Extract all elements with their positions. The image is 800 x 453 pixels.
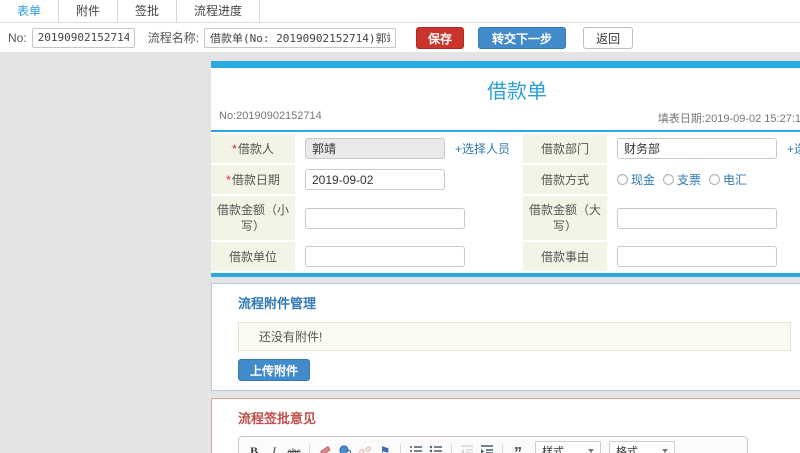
- radio-icon[interactable]: [709, 174, 721, 185]
- format-select[interactable]: 格式: [609, 441, 675, 453]
- radio-icon[interactable]: [663, 174, 675, 185]
- indent-icon[interactable]: [478, 442, 496, 453]
- outdent-icon[interactable]: [458, 442, 476, 453]
- radio-cash[interactable]: 现金: [617, 171, 655, 188]
- select-person-link[interactable]: +选择人员: [455, 140, 510, 157]
- reason-field: [609, 242, 800, 271]
- method-label: 借款方式: [523, 165, 607, 194]
- form-no-text: No:20190902152714: [219, 110, 322, 122]
- method-radio-group: 现金 支票 电汇: [617, 171, 747, 188]
- amount-small-field: [297, 196, 521, 240]
- form-meta-row: No:20190902152714 填表日期:2019-09-02 15:27:…: [211, 109, 800, 132]
- borrow-date-input[interactable]: [305, 169, 445, 190]
- tab-form[interactable]: 表单: [0, 0, 59, 22]
- toolbar-separator: [502, 444, 503, 453]
- numbered-list-icon[interactable]: [407, 442, 425, 453]
- select-department-link[interactable]: +选择部门: [787, 140, 800, 157]
- main-column: 借款单 No:20190902152714 填表日期:2019-09-02 15…: [211, 61, 800, 453]
- toolbar-separator: [400, 444, 401, 453]
- amount-big-input[interactable]: [617, 207, 777, 229]
- top-tab-bar: 表单 附件 签批 流程进度: [0, 0, 800, 23]
- attachments-panel: 流程附件管理 还没有附件! 上传附件: [211, 283, 800, 391]
- unit-input[interactable]: [305, 246, 465, 267]
- borrower-input[interactable]: [305, 138, 445, 159]
- approval-panel: 流程签批意见 B I abc ⚑ 样式 格式: [211, 398, 800, 453]
- loan-form-panel: 借款单 No:20190902152714 填表日期:2019-09-02 15…: [211, 61, 800, 277]
- panel-bottom-accent: [211, 273, 800, 277]
- back-button[interactable]: 返回: [583, 26, 634, 49]
- chevron-down-icon: [588, 449, 594, 453]
- toolbar-separator: [451, 444, 452, 453]
- amount-small-label: 借款金额（小写）: [211, 196, 295, 240]
- reason-label: 借款事由: [523, 242, 607, 271]
- method-field: 现金 支票 电汇: [609, 165, 800, 194]
- flow-name-label: 流程名称:: [147, 31, 200, 45]
- italic-icon[interactable]: I: [265, 442, 283, 453]
- link-icon[interactable]: [336, 442, 354, 453]
- borrower-field: +选择人员: [297, 134, 521, 163]
- no-label: No:: [8, 30, 27, 45]
- radio-check[interactable]: 支票: [663, 171, 701, 188]
- amount-small-input[interactable]: [305, 207, 465, 229]
- reason-input[interactable]: [617, 246, 777, 267]
- approval-heading: 流程签批意见: [238, 411, 317, 426]
- tab-attachments[interactable]: 附件: [58, 0, 119, 22]
- borrower-label: *借款人: [211, 134, 295, 163]
- borrow-date-label: *借款日期: [211, 165, 295, 194]
- unit-label: 借款单位: [211, 242, 295, 271]
- next-step-button[interactable]: 转交下一步: [478, 26, 567, 49]
- strikethrough-icon[interactable]: abc: [285, 442, 303, 453]
- styles-select[interactable]: 样式: [535, 441, 601, 453]
- chevron-down-icon: [662, 449, 668, 453]
- toolbar-separator: [309, 444, 310, 453]
- save-button[interactable]: 保存: [416, 26, 465, 49]
- no-attachments-notice: 还没有附件!: [238, 322, 791, 351]
- remove-format-icon[interactable]: [316, 442, 334, 453]
- amount-big-field: [609, 196, 800, 240]
- department-label: 借款部门: [523, 134, 607, 163]
- borrow-date-field: [297, 165, 521, 194]
- form-grid: *借款人 +选择人员 借款部门 +选择部门 *借款日期: [211, 132, 800, 271]
- action-toolbar: No: 流程名称: 保存 转交下一步 返回: [0, 23, 800, 52]
- tab-process-progress[interactable]: 流程进度: [176, 0, 261, 22]
- bold-icon[interactable]: B: [245, 442, 263, 453]
- attachments-heading: 流程附件管理: [238, 296, 317, 311]
- form-title: 借款单: [487, 81, 547, 103]
- blockquote-icon[interactable]: ”: [509, 442, 527, 453]
- no-input[interactable]: [31, 27, 135, 48]
- panel-top-accent: [211, 61, 800, 68]
- bulleted-list-icon[interactable]: [427, 442, 445, 453]
- upload-attachment-button[interactable]: 上传附件: [238, 359, 311, 381]
- unlink-icon[interactable]: [356, 442, 374, 453]
- page-background: 借款单 No:20190902152714 填表日期:2019-09-02 15…: [0, 52, 800, 453]
- anchor-flag-icon[interactable]: ⚑: [376, 442, 394, 453]
- amount-big-label: 借款金额（大写）: [523, 196, 607, 240]
- rich-text-editor: B I abc ⚑ 样式 格式: [238, 436, 748, 453]
- tab-approvals[interactable]: 签批: [117, 0, 178, 22]
- form-fill-date: 填表日期:2019-09-02 15:27:1: [657, 113, 800, 125]
- editor-toolbar: B I abc ⚑ 样式 格式: [239, 437, 747, 453]
- radio-wire[interactable]: 电汇: [709, 171, 747, 188]
- unit-field: [297, 242, 521, 271]
- department-input[interactable]: [617, 138, 777, 159]
- required-mark: *: [232, 141, 237, 156]
- radio-icon[interactable]: [617, 174, 628, 185]
- department-field: +选择部门: [609, 134, 800, 163]
- flow-name-input[interactable]: [204, 27, 397, 48]
- required-mark: *: [226, 172, 231, 187]
